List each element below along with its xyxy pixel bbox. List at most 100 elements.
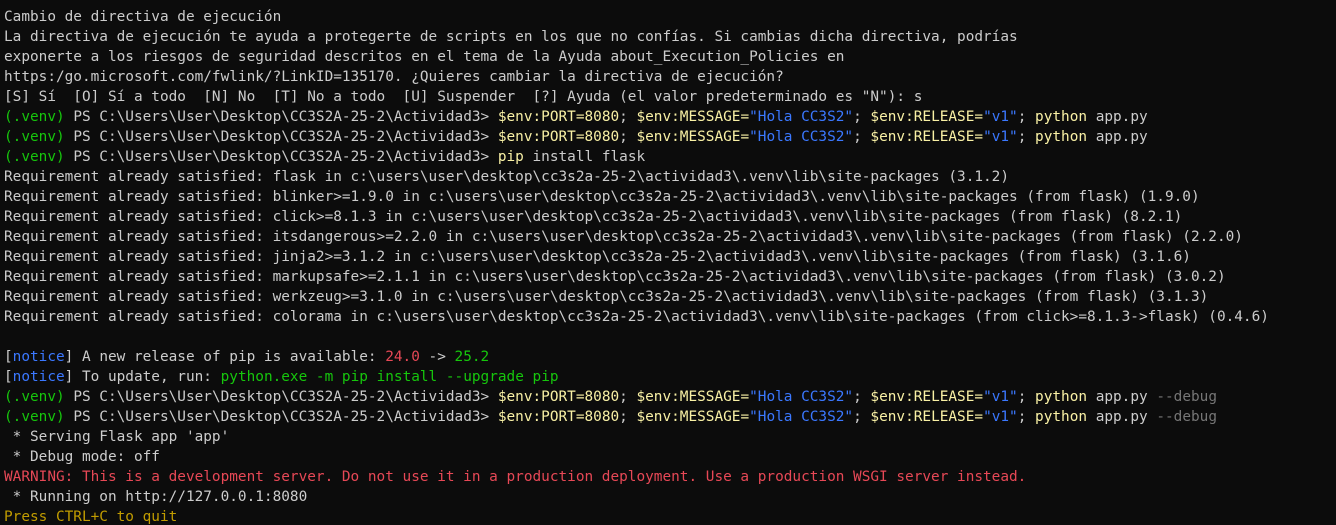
terminal-text: $env:MESSAGE= (636, 109, 750, 125)
terminal-line: Requirement already satisfied: click>=8.… (4, 207, 1336, 227)
terminal-text: $env:MESSAGE= (636, 129, 750, 145)
terminal-text: --debug (1156, 409, 1217, 425)
terminal-text: * Serving Flask app 'app' (4, 429, 230, 445)
terminal-text: "v1" (983, 109, 1018, 125)
terminal-text: python (1035, 409, 1088, 425)
terminal-text: (.venv) (4, 389, 65, 405)
terminal-text: 24.0 (385, 349, 420, 365)
terminal-text: * Running on http://127.0.0.1:8080 (4, 489, 308, 505)
terminal-text: Requirement already satisfied: werkzeug>… (4, 289, 1209, 305)
terminal-text: Requirement already satisfied: blinker>=… (4, 189, 1200, 205)
terminal-text: Requirement already satisfied: itsdanger… (4, 229, 1243, 245)
terminal-line: [notice] A new release of pip is availab… (4, 347, 1336, 367)
terminal-output[interactable]: Cambio de directiva de ejecución La direc… (0, 0, 1336, 525)
terminal-text: * Debug mode: off (4, 449, 160, 465)
terminal-text: $env:MESSAGE= (636, 409, 750, 425)
terminal-text: exponerte a los riesgos de seguridad des… (4, 49, 845, 65)
terminal-text: Press CTRL+C to quit (4, 509, 178, 525)
terminal-text: (.venv) (4, 149, 65, 165)
terminal-line: (.venv) PS C:\Users\User\Desktop\CC3S2A-… (4, 387, 1336, 407)
terminal-text: "Hola CC3S2" (749, 109, 854, 125)
terminal-text: ; (619, 389, 637, 405)
terminal-text: "v1" (983, 129, 1018, 145)
terminal-line: Press CTRL+C to quit (4, 507, 1336, 525)
terminal-text: $env:RELEASE= (870, 409, 984, 425)
terminal-line: Requirement already satisfied: jinja2>=3… (4, 247, 1336, 267)
terminal-line: Requirement already satisfied: werkzeug>… (4, 287, 1336, 307)
terminal-text: To update, run: (73, 369, 221, 385)
terminal-line: Requirement already satisfied: blinker>=… (4, 187, 1336, 207)
terminal-text: Requirement already satisfied: colorama … (4, 309, 1269, 325)
terminal-text: [ (4, 349, 13, 365)
terminal-line: [notice] To update, run: python.exe -m p… (4, 367, 1336, 387)
terminal-text: A new release of pip is available: (73, 349, 386, 365)
terminal-text: ; (619, 409, 637, 425)
terminal-text: app.py (1087, 389, 1157, 405)
terminal-text: [ (4, 369, 13, 385)
terminal-text: $env:RELEASE= (870, 389, 984, 405)
terminal-text: python (1035, 109, 1088, 125)
terminal-text: Cambio de directiva de ejecución (4, 9, 282, 25)
terminal-text: python (1035, 129, 1088, 145)
terminal-line: (.venv) PS C:\Users\User\Desktop\CC3S2A-… (4, 407, 1336, 427)
terminal-text: ; (1017, 109, 1036, 125)
terminal-text: ; (853, 129, 871, 145)
terminal-text: PS C:\Users\User\Desktop\CC3S2A-25-2\Act… (64, 129, 498, 145)
terminal-text: ; (853, 109, 871, 125)
terminal-text: $env:PORT=8080 (497, 409, 620, 425)
terminal-text: -> (419, 349, 455, 365)
terminal-text: (.venv) (4, 109, 65, 125)
terminal-text: app.py (1087, 129, 1148, 145)
terminal-text: 25.2 (454, 349, 490, 365)
terminal-line: exponerte a los riesgos de seguridad des… (4, 47, 1336, 67)
terminal-text: Requirement already satisfied: jinja2>=3… (4, 249, 1191, 265)
terminal-text: $env:MESSAGE= (636, 389, 750, 405)
terminal-text: ; (619, 109, 637, 125)
terminal-text: python (1035, 389, 1088, 405)
terminal-text: pip (497, 149, 524, 165)
terminal-text: install flask (523, 149, 646, 165)
terminal-text: "Hola CC3S2" (749, 389, 854, 405)
terminal-text: ; (619, 129, 637, 145)
terminal-text: Requirement already satisfied: markupsaf… (4, 269, 1226, 285)
terminal-line: Requirement already satisfied: markupsaf… (4, 267, 1336, 287)
terminal-text: $env:PORT=8080 (497, 129, 620, 145)
terminal-text: notice (12, 349, 65, 365)
terminal-text: $env:PORT=8080 (497, 109, 620, 125)
terminal-text: ; (853, 409, 871, 425)
terminal-line: https:/go.microsoft.com/fwlink/?LinkID=1… (4, 67, 1336, 87)
terminal-line: (.venv) PS C:\Users\User\Desktop\CC3S2A-… (4, 107, 1336, 127)
terminal-line: * Debug mode: off (4, 447, 1336, 467)
terminal-text: ; (853, 389, 871, 405)
terminal-text: app.py (1087, 409, 1157, 425)
terminal-text: ; (1017, 129, 1036, 145)
terminal-text: "v1" (983, 389, 1018, 405)
terminal-text: $env:PORT=8080 (497, 389, 620, 405)
terminal-text: Requirement already satisfied: click>=8.… (4, 209, 1183, 225)
terminal-line: [S] Sí [O] Sí a todo [N] No [T] No a tod… (4, 87, 1336, 107)
terminal-line: Requirement already satisfied: flask in … (4, 167, 1336, 187)
terminal-line: Cambio de directiva de ejecución (4, 7, 1336, 27)
terminal-text: --debug (1156, 389, 1217, 405)
terminal-text: PS C:\Users\User\Desktop\CC3S2A-25-2\Act… (64, 409, 498, 425)
terminal-text: app.py (1087, 109, 1148, 125)
terminal-text: PS C:\Users\User\Desktop\CC3S2A-25-2\Act… (64, 389, 498, 405)
terminal-line: WARNING: This is a development server. D… (4, 467, 1336, 487)
terminal-text: ; (1017, 389, 1036, 405)
terminal-text: Requirement already satisfied: flask in … (4, 169, 1010, 185)
terminal-text: (.venv) (4, 409, 65, 425)
terminal-text: PS C:\Users\User\Desktop\CC3S2A-25-2\Act… (64, 109, 498, 125)
terminal-text: ; (1017, 409, 1036, 425)
terminal-line: (.venv) PS C:\Users\User\Desktop\CC3S2A-… (4, 147, 1336, 167)
terminal-line: (.venv) PS C:\Users\User\Desktop\CC3S2A-… (4, 127, 1336, 147)
terminal-line: Requirement already satisfied: colorama … (4, 307, 1336, 327)
terminal-text: $env:RELEASE= (870, 109, 984, 125)
terminal-text: notice (12, 369, 65, 385)
terminal-text: "Hola CC3S2" (749, 129, 854, 145)
terminal-text: [S] Sí [O] Sí a todo [N] No [T] No a tod… (4, 89, 923, 105)
terminal-text: PS C:\Users\User\Desktop\CC3S2A-25-2\Act… (64, 149, 498, 165)
terminal-text: "v1" (983, 409, 1018, 425)
terminal-text: python.exe -m pip install --upgrade pip (220, 369, 559, 385)
terminal-text: WARNING: This is a development server. D… (4, 469, 1027, 485)
